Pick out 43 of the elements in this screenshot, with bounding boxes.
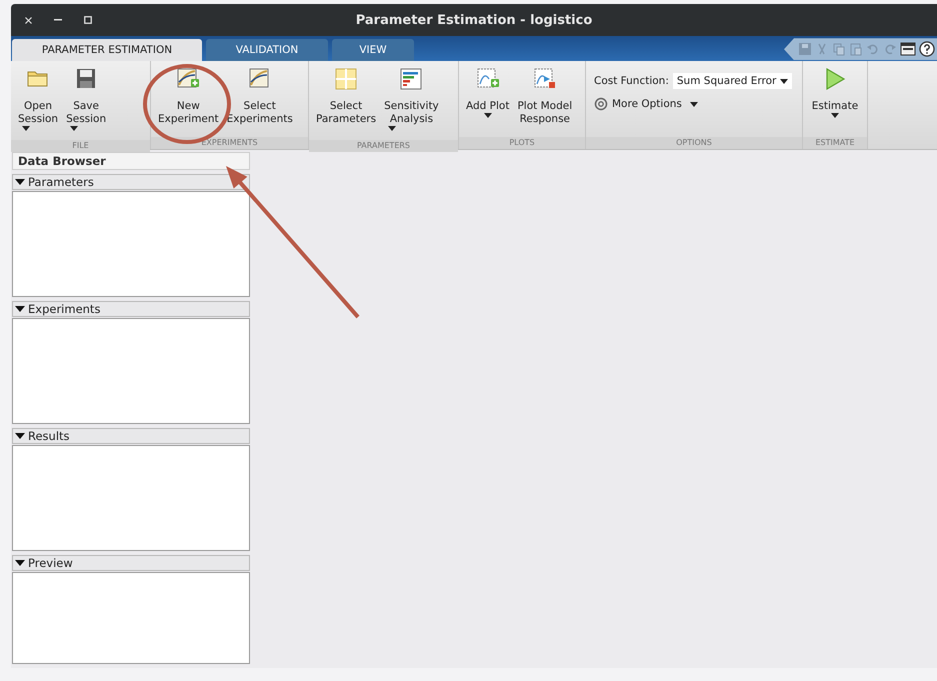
section-header[interactable]: Parameters	[12, 174, 250, 190]
undo-icon[interactable]	[866, 42, 880, 56]
group-label: OPTIONS	[586, 137, 802, 149]
group-label: PARAMETERS	[309, 140, 458, 152]
cost-function-dropdown[interactable]: Sum Squared Error	[672, 73, 792, 89]
close-icon[interactable]	[25, 16, 32, 24]
section-header[interactable]: Results	[12, 428, 250, 444]
caret-icon	[690, 102, 698, 106]
panel-title: Data Browser	[12, 152, 250, 170]
toolstrip-button[interactable]: Open Session	[15, 61, 62, 140]
bar-list-icon	[399, 67, 424, 91]
group-label: PLOTS	[459, 137, 585, 149]
toolstrip-button[interactable]: Select Parameters	[313, 61, 380, 140]
group-label: FILE	[11, 140, 150, 152]
redo-icon[interactable]	[883, 42, 897, 56]
toolstrip-button[interactable]: New Experiment	[155, 61, 222, 137]
copy-icon[interactable]	[832, 42, 846, 56]
caret-icon	[780, 78, 788, 84]
gear-icon	[594, 97, 608, 111]
more-options-button[interactable]: More Options	[594, 97, 792, 111]
save-icon[interactable]	[798, 42, 812, 56]
group-label: ESTIMATE	[803, 137, 867, 149]
toolstrip-button[interactable]: Select Experiments	[224, 61, 296, 137]
minimize-icon[interactable]	[54, 19, 62, 22]
toolstrip-button[interactable]: Save Session	[63, 61, 110, 140]
plot-response-icon	[532, 67, 557, 91]
help-icon[interactable]	[919, 41, 935, 58]
window-title: Parameter Estimation - logistico	[356, 12, 592, 28]
toolstrip-button[interactable]: Sensitivity Analysis	[381, 61, 442, 140]
toolstrip-button[interactable]: Add Plot	[463, 61, 512, 137]
maximize-icon[interactable]	[84, 16, 92, 24]
section-header[interactable]: Preview	[12, 555, 250, 571]
tab[interactable]: PARAMETER ESTIMATION	[12, 39, 202, 61]
toolstrip-button[interactable]: Plot Model Response	[514, 61, 576, 137]
window-layout-icon[interactable]	[900, 42, 916, 56]
grid-icon	[334, 67, 358, 91]
paste-icon[interactable]	[849, 42, 863, 56]
tab[interactable]: VALIDATION	[206, 39, 328, 61]
field-label: Cost Function:	[594, 75, 669, 87]
tab[interactable]: VIEW	[332, 39, 414, 61]
toolstrip-button[interactable]: Estimate	[808, 61, 862, 137]
group-label: EXPERIMENTS	[151, 137, 308, 149]
section-header[interactable]: Experiments	[12, 301, 250, 317]
